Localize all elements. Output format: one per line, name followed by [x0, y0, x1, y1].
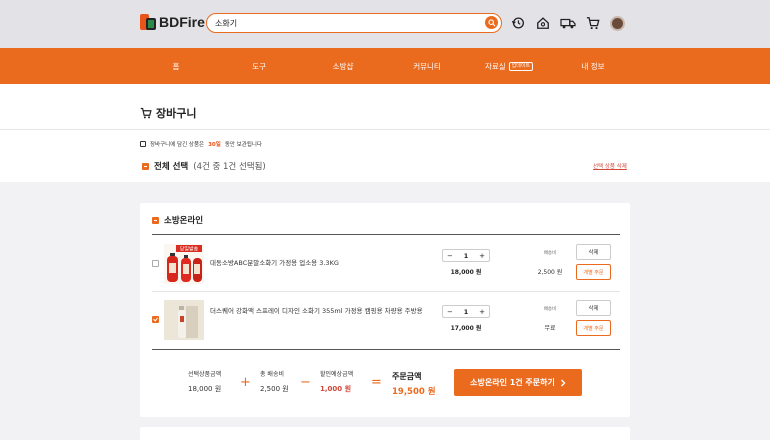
summary-shipping: 총 배송비 2,500 원 [260, 371, 289, 393]
shipping-value: 무료 [544, 325, 556, 332]
divider [152, 349, 620, 350]
shop-header: 소방온라인 [152, 214, 203, 226]
nav-item-tools[interactable]: 도구 [252, 61, 266, 72]
summary-discount: 할인예상금액 1,000 원 [320, 371, 354, 393]
plus-icon[interactable]: + [479, 308, 485, 316]
logo-mark-icon [140, 14, 156, 30]
quantity-value[interactable]: 1 [464, 308, 469, 316]
cart-item: 당일발송 대동소방ABC분말소화기 가정용 업소용 3.3KG − 1 + 18… [152, 236, 620, 292]
item-price: 17,000 원 [450, 325, 482, 332]
top-bar: BDFire [0, 0, 770, 48]
shop-checkbox[interactable] [152, 216, 159, 224]
product-image[interactable] [164, 300, 204, 340]
update-badge: 업데이트 [508, 62, 534, 71]
individual-order-button[interactable]: 개별 주문 [576, 320, 611, 336]
delete-selected-link[interactable]: 선택 상품 삭제 [593, 162, 627, 170]
cart-item: 더스퀘어 강화액 스프레이 디자인 소화기 355ml 가정용 캠핑용 차량용 … [152, 292, 620, 348]
nav-item-my-info[interactable]: 내 정보 [581, 61, 604, 72]
delete-button[interactable]: 삭제 [576, 244, 611, 260]
cart-icon[interactable] [585, 15, 601, 31]
delete-button[interactable]: 삭제 [576, 300, 611, 316]
product-image-label: 당일발송 [180, 246, 199, 253]
plus-operator: + [240, 375, 251, 390]
product-name[interactable]: 대동소방ABC분말소화기 가정용 업소용 3.3KG [210, 259, 440, 268]
summary-total: 주문금액 19,500 원 [392, 372, 436, 397]
minus-operator: − [300, 375, 311, 390]
page-title: 장바구니 [140, 105, 196, 121]
item-price: 18,000 원 [450, 269, 482, 276]
selection-count: (4건 중 1건 선택됨) [193, 162, 266, 172]
plus-icon[interactable]: + [479, 252, 485, 260]
notice-icon [140, 141, 146, 147]
notice: 장바구니에 담긴 상품은 30일 동안 보관됩니다 [140, 140, 262, 148]
search-bar [206, 13, 502, 33]
nav-item-community[interactable]: 커뮤니티 [413, 61, 441, 72]
divider [0, 129, 770, 130]
search-button[interactable] [485, 16, 498, 29]
shop-card: 소방온라인 당일발송 대동소방ABC분말소화기 가정용 업소용 3.3KG − [140, 203, 630, 417]
shipping-label: 배송비 [543, 307, 557, 312]
product-image[interactable]: 당일발송 [164, 244, 204, 284]
logo[interactable]: BDFire [140, 14, 205, 30]
summary-product-amount: 선택상품금액 18,000 원 [188, 371, 222, 393]
main-nav: 홈 도구 소방샵 커뮤니티 자료실 업데이트 내 정보 [0, 48, 770, 84]
item-checkbox[interactable] [152, 316, 159, 323]
nav-item-resources[interactable]: 자료실 업데이트 [485, 61, 534, 72]
chevron-right-icon [560, 379, 566, 386]
individual-order-button[interactable]: 개별 주문 [576, 264, 611, 280]
top-icons [510, 15, 625, 31]
quantity-stepper: − 1 + [442, 305, 490, 318]
cart-header: 장바구니 장바구니에 담긴 상품은 30일 동안 보관됩니다 전체 선택 (4건 중… [0, 84, 770, 182]
logo-text: BDFire [159, 14, 205, 30]
equals-operator: = [371, 375, 382, 390]
select-all-checkbox[interactable] [142, 162, 149, 170]
product-name[interactable]: 더스퀘어 강화액 스프레이 디자인 소화기 355ml 가정용 캠핑용 차량용 … [210, 307, 440, 316]
order-button[interactable]: 소방온라인 1건 주문하기 [454, 369, 582, 396]
quantity-value[interactable]: 1 [464, 252, 469, 260]
next-shop-card [140, 427, 630, 440]
search-icon [487, 18, 495, 26]
home-icon[interactable] [535, 15, 551, 31]
divider [152, 234, 620, 235]
quantity-stepper: − 1 + [442, 249, 490, 262]
search-input[interactable] [215, 17, 475, 29]
avatar[interactable] [610, 15, 625, 31]
shipping-label: 배송비 [543, 251, 557, 256]
minus-icon[interactable]: − [447, 308, 453, 316]
item-checkbox[interactable] [152, 260, 159, 267]
history-icon[interactable] [510, 15, 526, 31]
shipping-value: 2,500 원 [537, 269, 563, 276]
nav-item-fire-shop[interactable]: 소방샵 [333, 61, 354, 72]
nav-item-home[interactable]: 홈 [173, 61, 180, 72]
select-all[interactable]: 전체 선택 (4건 중 1건 선택됨) [142, 160, 266, 172]
minus-icon[interactable]: − [447, 252, 453, 260]
cart-icon [140, 107, 152, 119]
delivery-truck-icon[interactable] [560, 15, 576, 31]
